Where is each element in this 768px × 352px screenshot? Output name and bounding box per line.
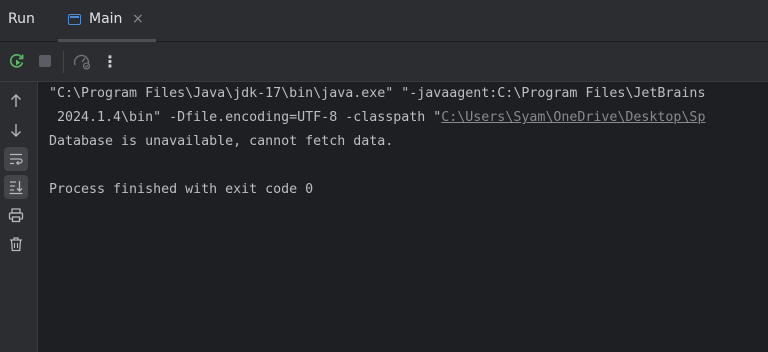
console-text: 2024.1.4\bin" -Dfile.encoding=UTF-8 -cla… xyxy=(49,110,442,125)
console-line-exit: Process finished with exit code 0 xyxy=(49,182,314,197)
profiler-icon xyxy=(73,54,91,70)
console-line-classpath: 2024.1.4\bin" -Dfile.encoding=UTF-8 -cla… xyxy=(49,109,705,127)
tab-main[interactable]: Main × xyxy=(58,0,156,42)
classpath-link[interactable]: C:\Users\Syam\OneDrive\Desktop\Sp xyxy=(441,110,705,125)
run-toolbar: ⋮ xyxy=(0,42,768,82)
toolbar-separator xyxy=(63,51,64,73)
clear-all-button[interactable] xyxy=(4,232,28,256)
console-tab-icon xyxy=(68,14,81,25)
soft-wrap-button[interactable] xyxy=(4,147,28,171)
tab-label: Main xyxy=(89,11,123,27)
tool-window-title: Run xyxy=(8,11,35,27)
rerun-icon xyxy=(9,54,24,68)
down-arrow-icon xyxy=(11,124,21,137)
close-tab-icon[interactable]: × xyxy=(132,10,144,28)
print-button[interactable] xyxy=(4,203,28,227)
tool-window-header: Run Main × xyxy=(0,0,768,42)
console-line-message: Database is unavailable, cannot fetch da… xyxy=(49,134,394,149)
print-icon xyxy=(8,208,24,223)
more-options-icon: ⋮ xyxy=(102,51,118,71)
console-sidebar xyxy=(0,82,38,352)
rerun-button[interactable] xyxy=(6,50,28,72)
soft-wrap-icon xyxy=(10,153,23,166)
up-stack-trace-button[interactable] xyxy=(4,89,28,113)
scroll-to-end-icon xyxy=(9,181,23,195)
down-stack-trace-button[interactable] xyxy=(4,118,28,142)
run-tool-window: Run Main × ⋮ "C:\Program Files\Java\jdk-… xyxy=(0,0,768,352)
more-options-button[interactable]: ⋮ xyxy=(99,50,121,72)
scroll-to-end-button[interactable] xyxy=(4,175,28,199)
up-arrow-icon xyxy=(11,94,21,107)
console-line-command: "C:\Program Files\Java\jdk-17\bin\java.e… xyxy=(49,86,706,101)
stop-icon xyxy=(39,55,51,67)
stop-button[interactable] xyxy=(34,50,56,72)
profiler-button[interactable] xyxy=(71,50,93,72)
console-output[interactable]: "C:\Program Files\Java\jdk-17\bin\java.e… xyxy=(38,82,768,352)
trash-icon xyxy=(10,237,22,252)
